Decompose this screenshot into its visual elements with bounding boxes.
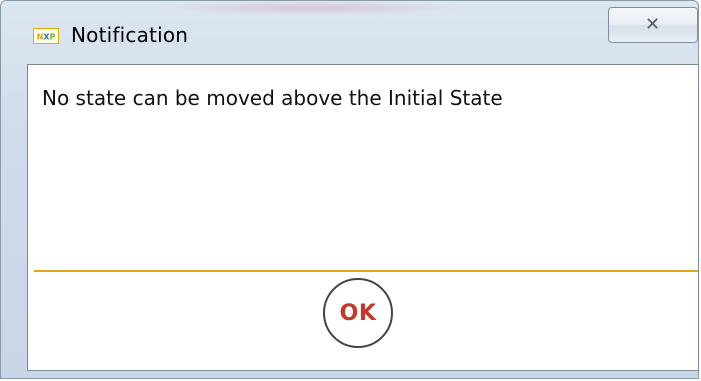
close-icon: ✕ <box>645 14 661 35</box>
notification-message: No state can be moved above the Initial … <box>42 86 503 110</box>
svg-text:NXP: NXP <box>37 33 56 42</box>
ok-button[interactable]: OK <box>323 278 393 348</box>
close-button[interactable]: ✕ <box>608 7 698 43</box>
nxp-logo-icon: NXP <box>33 28 59 44</box>
ok-button-label: OK <box>339 300 377 326</box>
window-title: Notification <box>71 23 189 47</box>
title-bar-glow <box>151 1 471 15</box>
dialog-body: No state can be moved above the Initial … <box>27 64 699 371</box>
divider <box>34 270 698 272</box>
notification-dialog: NXP Notification ✕ No state can be moved… <box>0 0 699 379</box>
title-bar[interactable]: NXP Notification ✕ <box>1 1 700 61</box>
